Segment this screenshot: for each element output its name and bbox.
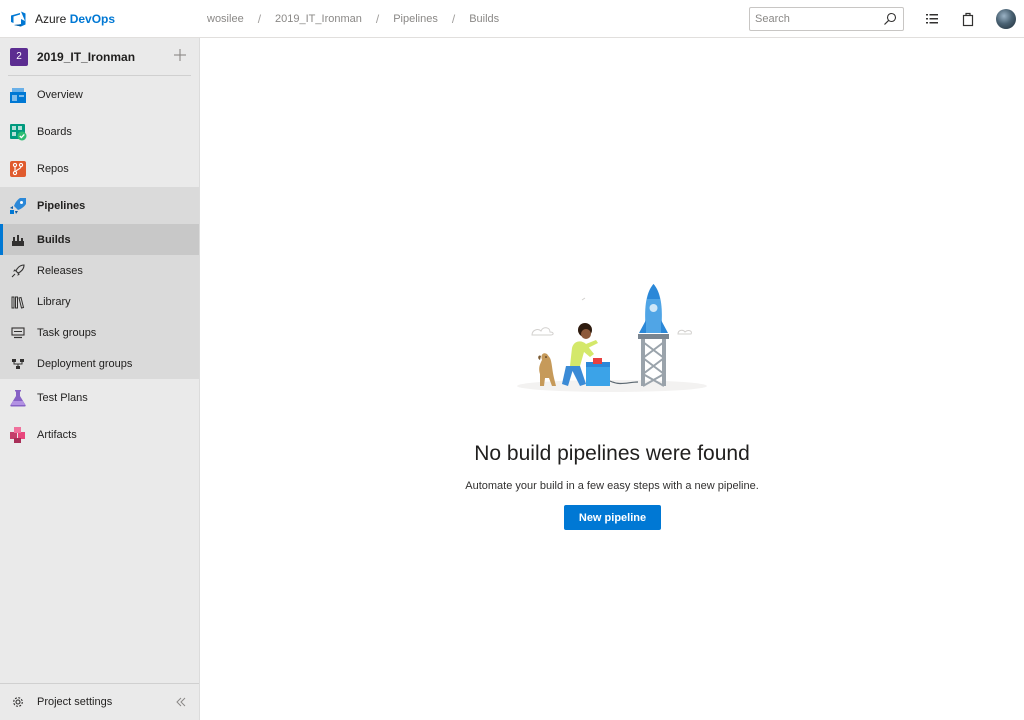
brand-prefix: Azure — [35, 11, 67, 26]
sidebar: 2 2019_IT_Ironman Overview Boards Repos … — [0, 38, 200, 720]
breadcrumb-separator: / — [451, 11, 456, 26]
sidebar-item-label: Pipelines — [37, 199, 86, 212]
empty-state-illustration — [517, 284, 707, 392]
sidebar-item-pipelines[interactable]: Pipelines — [0, 187, 199, 224]
gear-icon — [13, 697, 23, 707]
breadcrumb-organization[interactable]: wosilee — [207, 13, 244, 25]
sidebar-item-boards[interactable]: Boards — [0, 113, 199, 150]
sidebar-subitem-label: Deployment groups — [37, 357, 133, 370]
releases-icon — [11, 263, 25, 277]
sidebar-item-artifacts[interactable]: Artifacts — [0, 416, 199, 453]
breadcrumb-separator: / — [257, 11, 262, 26]
collapse-chevron-icon[interactable] — [175, 696, 187, 708]
sidebar-item-repos[interactable]: Repos — [0, 150, 199, 187]
test-plans-icon — [10, 389, 26, 406]
sidebar-item-label: Repos — [37, 162, 69, 175]
empty-state-title: No build pipelines were found — [474, 442, 750, 465]
marketplace-bag-icon[interactable] — [960, 11, 976, 27]
pipelines-icon — [10, 197, 26, 214]
brand[interactable]: Azure DevOps — [0, 0, 200, 38]
sidebar-subitem-library[interactable]: Library — [0, 286, 199, 317]
brand-name: DevOps — [69, 11, 116, 26]
top-bar: Azure DevOps wosilee / 2019_IT_Ironman /… — [0, 0, 1024, 38]
sidebar-subitem-label: Releases — [37, 264, 83, 277]
azure-devops-logo-icon — [11, 11, 26, 26]
work-items-list-icon[interactable] — [924, 11, 940, 27]
sidebar-subitem-task-groups[interactable]: Task groups — [0, 317, 199, 348]
sidebar-subitem-builds[interactable]: Builds — [0, 224, 199, 255]
search-icon[interactable] — [883, 12, 897, 26]
sidebar-item-label: Overview — [37, 88, 83, 101]
overview-icon — [10, 87, 26, 103]
builds-icon — [12, 234, 24, 246]
artifacts-icon — [10, 426, 25, 443]
breadcrumb-separator: / — [375, 11, 380, 26]
pipelines-submenu: Builds Releases Library Task groups Depl… — [0, 224, 199, 379]
library-icon — [11, 296, 25, 309]
main-nav: Overview Boards Repos Pipelines Builds R… — [0, 76, 199, 453]
sidebar-item-test-plans[interactable]: Test Plans — [0, 379, 199, 416]
sidebar-subitem-deployment-groups[interactable]: Deployment groups — [0, 348, 199, 379]
sidebar-item-label: Artifacts — [37, 428, 77, 441]
plus-icon[interactable] — [173, 48, 187, 62]
search-input[interactable] — [750, 13, 878, 25]
sidebar-subitem-label: Task groups — [37, 326, 97, 339]
sidebar-subitem-label: Library — [37, 295, 71, 308]
sidebar-item-label: Boards — [37, 125, 72, 138]
sidebar-item-overview[interactable]: Overview — [0, 76, 199, 113]
sidebar-subitem-releases[interactable]: Releases — [0, 255, 199, 286]
task-groups-icon — [11, 326, 25, 338]
project-settings-label: Project settings — [37, 696, 113, 708]
project-header[interactable]: 2 2019_IT_Ironman — [0, 38, 199, 75]
deployment-groups-icon — [12, 358, 24, 369]
sidebar-subitem-label: Builds — [37, 233, 71, 246]
project-name: 2019_IT_Ironman — [37, 49, 136, 64]
breadcrumb-builds[interactable]: Builds — [469, 13, 499, 25]
project-settings[interactable]: Project settings — [0, 683, 199, 720]
sidebar-item-label: Test Plans — [37, 391, 88, 404]
breadcrumb-project[interactable]: 2019_IT_Ironman — [275, 13, 362, 25]
repos-icon — [10, 160, 26, 177]
new-pipeline-button[interactable]: New pipeline — [564, 505, 661, 530]
breadcrumb-pipelines[interactable]: Pipelines — [393, 13, 438, 25]
project-badge: 2 — [10, 47, 28, 66]
boards-icon — [10, 123, 27, 140]
user-avatar[interactable] — [996, 9, 1016, 29]
search-box — [749, 7, 904, 31]
empty-state-description: Automate your build in a few easy steps … — [465, 480, 759, 492]
main-content: No build pipelines were found Automate y… — [200, 38, 1024, 720]
